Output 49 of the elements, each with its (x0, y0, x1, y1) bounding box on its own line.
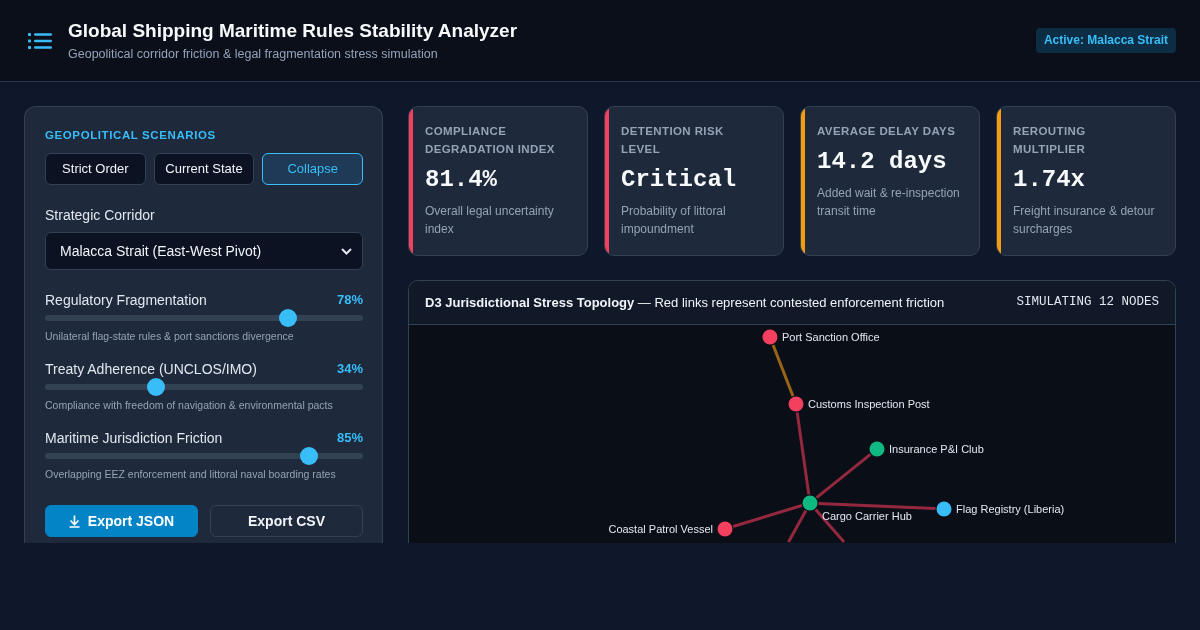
scenario-button[interactable]: Strict Order (45, 153, 146, 185)
simulation-status: SIMULATING 12 NODES (1016, 294, 1159, 312)
slider-label: Treaty Adherence (UNCLOS/IMO) (45, 360, 257, 379)
slider-track[interactable] (45, 378, 363, 396)
slider-track[interactable] (45, 309, 363, 327)
metric-value: 14.2 days (817, 147, 948, 177)
app-subtitle: Geopolitical corridor friction & legal fragmentation stress simulation (68, 45, 439, 63)
chevron-down-icon (341, 247, 352, 255)
slider-thumb[interactable] (147, 378, 165, 396)
metric-description: Probability of littoral impoundment (621, 203, 727, 238)
metric-description: Added wait & re-inspection transit time (817, 185, 961, 220)
metric-description: Overall legal uncertainty index (425, 203, 555, 238)
node-label: Cargo Carrier Hub (822, 510, 912, 522)
slider-track[interactable] (45, 447, 363, 465)
slider-description: Overlapping EEZ enforcement and littoral naval boarding rates (45, 467, 337, 481)
metric-value: 1.74x (1013, 165, 1086, 195)
metric-title: AVERAGE DELAY DAYS (817, 124, 957, 139)
scenario-button[interactable]: Collapse (262, 153, 363, 185)
active-corridor-badge: Active: Malacca Strait (1035, 28, 1176, 53)
field-label: Strategic Corridor (45, 206, 156, 225)
slider-value: 34% (336, 360, 363, 378)
node-label: Port Sanction Office (782, 331, 880, 343)
slider-description: Unilateral flag-state rules & port sanctions divergence (45, 329, 295, 343)
metric-value: 81.4% (425, 165, 498, 195)
section-heading: GEOPOLITICAL SCENARIOS (45, 128, 217, 143)
slider-thumb[interactable] (279, 309, 297, 327)
node-label: Flag Registry (Liberia) (956, 503, 1065, 515)
metric-title: COMPLIANCE DEGRADATION INDEX (425, 124, 556, 157)
list-icon (28, 32, 52, 49)
scenario-button[interactable]: Current State (153, 153, 255, 185)
metric-title: REROUTING MULTIPLIER (1013, 124, 1087, 157)
export-button[interactable]: Export JSON (45, 505, 198, 537)
export-button[interactable]: Export CSV (210, 505, 363, 537)
slider-label: Regulatory Fragmentation (45, 291, 207, 310)
metric-title: DETENTION RISK LEVEL (621, 124, 725, 157)
metric-value: Critical (621, 165, 738, 195)
topology-title: D3 Jurisdictional Stress Topology — Red links represent contested enforcement friction (425, 293, 945, 312)
node-label: Customs Inspection Post (808, 398, 930, 410)
node-label: Coastal Patrol Vessel (608, 523, 713, 535)
download-icon (68, 514, 80, 528)
slider-description: Compliance with freedom of navigation & environmental pacts (45, 398, 334, 412)
slider-value: 85% (336, 429, 363, 447)
app-title: Global Shipping Maritime Rules Stability Analyzer (68, 18, 518, 43)
slider-value: 78% (336, 291, 363, 309)
slider-label: Maritime Jurisdiction Friction (45, 429, 223, 448)
corridor-select[interactable]: Malacca Strait (East-West Pivot) (45, 232, 363, 270)
metric-description: Freight insurance & detour surcharges (1013, 203, 1156, 238)
node-label: Insurance P&I Club (889, 443, 984, 455)
slider-thumb[interactable] (300, 447, 318, 465)
